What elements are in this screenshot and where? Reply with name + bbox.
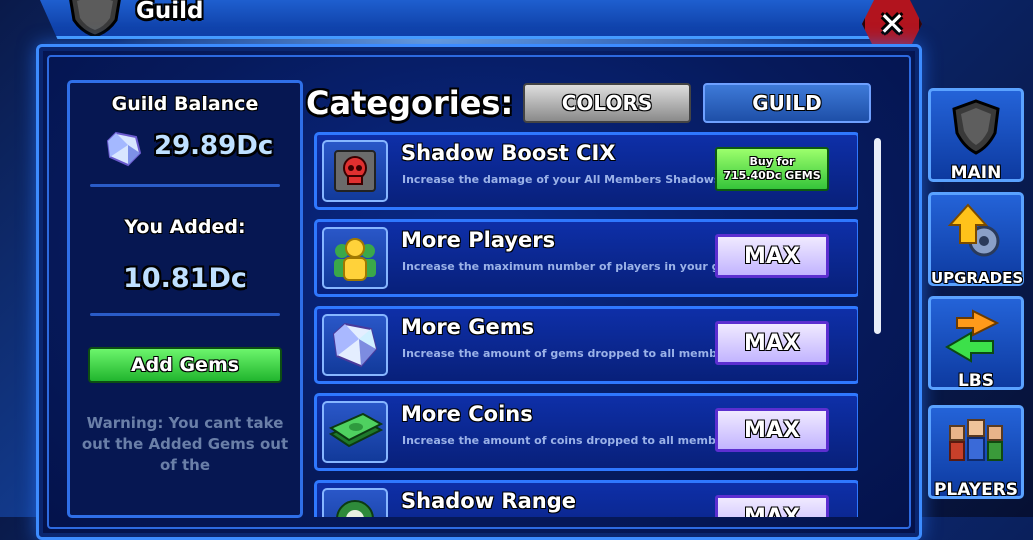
categories-title: Categories: (306, 84, 514, 122)
upgrade-list[interactable]: Shadow Boost CIX Increase the damage of … (314, 132, 858, 517)
sidebar-item-upgrades[interactable]: UPGRADES (928, 192, 1024, 287)
sidebar-label: MAIN (950, 163, 1002, 183)
max-button[interactable]: MAX (715, 321, 829, 365)
upgrade-title: More Players (401, 228, 556, 252)
upgrade-row-more-coins: More Coins Increase the amount of coins … (314, 393, 858, 471)
upgrade-row-more-players: More Players Increase the maximum number… (314, 219, 858, 297)
window-title: Guild (136, 0, 204, 24)
sidebar-item-players[interactable]: PLAYERS (928, 405, 1024, 500)
gem-icon (106, 131, 142, 167)
sidebar-item-main[interactable]: MAIN (928, 88, 1024, 183)
shadow-range-icon (336, 500, 374, 517)
upgrade-title: More Gems (401, 315, 535, 339)
warning-text: Warning: You cant take out the Added Gem… (81, 414, 289, 474)
upgrade-row-more-gems: More Gems Increase the amount of gems dr… (314, 306, 858, 384)
buy-price: 715.40Dc GEMS (723, 169, 821, 182)
upgrade-description: Increase the damage of your All Members … (402, 173, 725, 186)
upgrade-icon-frame (322, 140, 388, 202)
max-button[interactable]: MAX (715, 234, 829, 278)
upgrade-description: Increase the amount of coins dropped to … (402, 434, 740, 447)
upgrade-row-shadow-boost: Shadow Boost CIX Increase the damage of … (314, 132, 858, 210)
tab-colors[interactable]: COLORS (523, 83, 691, 123)
guild-shield-icon (69, 0, 121, 36)
sidebar-item-lbs[interactable]: LBS (928, 296, 1024, 391)
you-added-value: 10.81Dc (123, 263, 247, 294)
cash-icon (328, 412, 383, 448)
divider (90, 184, 280, 187)
sidebar-label: PLAYERS (933, 480, 1019, 500)
upgrade-title: More Coins (401, 402, 533, 426)
upgrade-icon-frame (322, 488, 388, 517)
skull-icon (334, 150, 376, 192)
sidebar-label: LBS (957, 371, 995, 391)
upgrade-title: Shadow Boost CIX (401, 141, 616, 165)
divider (90, 313, 280, 316)
upgrade-icon-frame (322, 227, 388, 289)
list-scrollbar[interactable] (874, 138, 881, 334)
guild-balance-panel: Guild Balance 29.89Dc You Added: 10.81Dc… (67, 80, 303, 518)
max-button[interactable]: MAX (715, 408, 829, 452)
sidebar-label: UPGRADES (931, 269, 1024, 287)
upgrade-icon-frame (322, 314, 388, 376)
players-icon (334, 238, 376, 281)
tab-guild[interactable]: GUILD (703, 83, 871, 123)
upgrade-arrow-icon (947, 203, 1000, 257)
upgrade-description: Increase the amount of gems dropped to a… (402, 347, 741, 360)
upgrade-title: Shadow Range (401, 489, 576, 513)
tab-guild-label: GUILD (752, 91, 822, 115)
upgrade-row-shadow-range: Shadow Range MAX (314, 480, 858, 517)
buy-label: Buy for (749, 155, 795, 168)
gem-icon (332, 322, 378, 368)
tab-colors-label: COLORS (561, 91, 653, 115)
swap-arrows-icon (945, 309, 1000, 363)
guild-balance-value: 29.89Dc (154, 131, 274, 161)
add-gems-button[interactable]: Add Gems (88, 347, 282, 383)
upgrade-description: Increase the maximum number of players i… (402, 260, 747, 273)
max-button[interactable]: MAX (715, 495, 829, 517)
close-icon: ✕ (878, 5, 906, 43)
upgrade-icon-frame (322, 401, 388, 463)
shield-icon (952, 99, 1000, 155)
players-group-icon (949, 419, 1003, 461)
guild-balance-label: Guild Balance (111, 93, 259, 115)
you-added-label: You Added: (124, 216, 246, 238)
buy-upgrade-button[interactable]: Buy for 715.40Dc GEMS (715, 147, 829, 191)
